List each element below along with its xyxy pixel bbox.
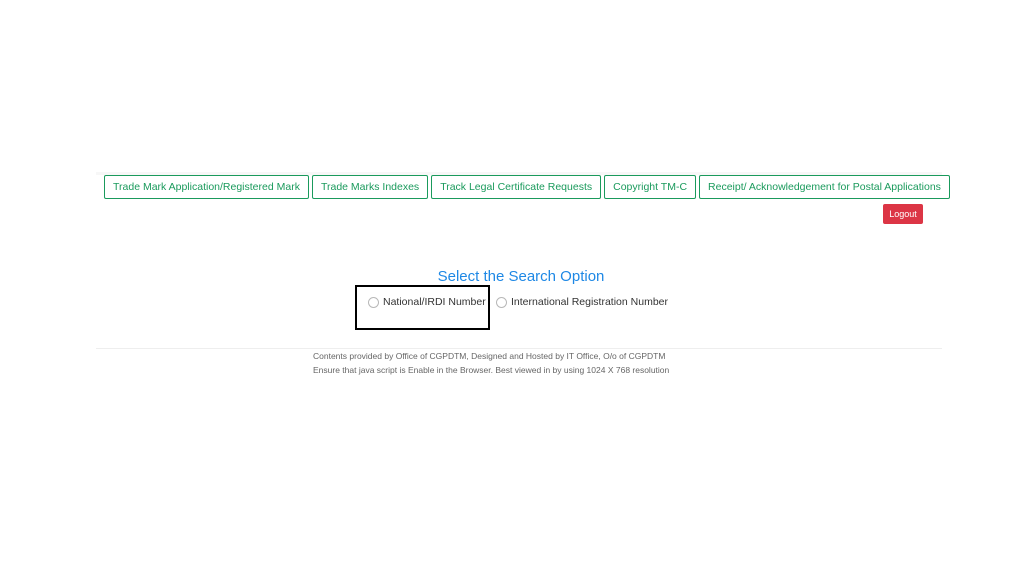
- nav-track-legal-certificate-button[interactable]: Track Legal Certificate Requests: [431, 175, 602, 199]
- international-registration-radio[interactable]: [496, 296, 507, 308]
- nav-trade-mark-application-button[interactable]: Trade Mark Application/Registered Mark: [104, 175, 309, 199]
- footer-divider: [96, 348, 942, 349]
- top-nav: Trade Mark Application/Registered Mark T…: [104, 175, 950, 199]
- international-registration-label: International Registration Number: [511, 296, 668, 308]
- national-irdi-radio-option[interactable]: National/IRDI Number: [368, 295, 486, 309]
- international-registration-radio-option[interactable]: International Registration Number: [496, 295, 668, 309]
- national-irdi-radio[interactable]: [368, 296, 379, 308]
- nav-trade-marks-indexes-button[interactable]: Trade Marks Indexes: [311, 175, 429, 199]
- footer-credits: Contents provided by Office of CGPDTM, D…: [313, 351, 666, 361]
- page: Trade Mark Application/Registered Mark T…: [0, 0, 1024, 576]
- logout-button[interactable]: Logout: [883, 204, 923, 224]
- national-irdi-label: National/IRDI Number: [383, 296, 486, 308]
- footer-browser-note: Ensure that java script is Enable in the…: [313, 365, 670, 375]
- nav-receipt-acknowledgement-button[interactable]: Receipt/ Acknowledgement for Postal Appl…: [699, 175, 950, 199]
- nav-copyright-tmc-button[interactable]: Copyright TM-C: [604, 175, 697, 199]
- search-option-title: Select the Search Option: [437, 268, 605, 285]
